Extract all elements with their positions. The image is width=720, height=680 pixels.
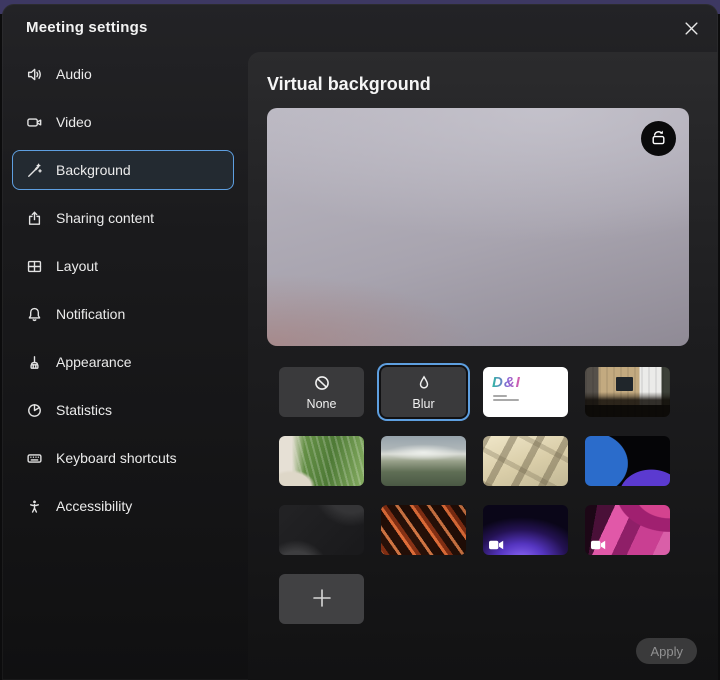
add-background-button[interactable]: [279, 574, 364, 624]
camera-badge-icon: [591, 538, 606, 548]
sidebar-item-notification[interactable]: Notification: [12, 294, 234, 334]
paintbrush-icon: [26, 354, 43, 371]
bell-icon: [26, 306, 43, 323]
bg-option-none[interactable]: None: [279, 367, 364, 417]
sidebar-item-label: Sharing content: [56, 210, 154, 226]
video-camera-icon: [26, 114, 43, 131]
magic-wand-icon: [26, 162, 43, 179]
bg-option-window-light[interactable]: [483, 436, 568, 486]
sidebar-item-label: Statistics: [56, 402, 112, 418]
bg-option-office-room[interactable]: [585, 367, 670, 417]
sidebar-item-label: Audio: [56, 66, 92, 82]
keyboard-icon: [26, 450, 43, 467]
close-button[interactable]: [678, 17, 704, 43]
bg-option-label: Blur: [412, 397, 434, 411]
sidebar-item-label: Video: [56, 114, 92, 130]
sidebar-item-label: Appearance: [56, 354, 132, 370]
layout-grid-icon: [26, 258, 43, 275]
sidebar-item-statistics[interactable]: Statistics: [12, 390, 234, 430]
bg-option-label: None: [307, 397, 337, 411]
sidebar-item-label: Accessibility: [56, 498, 132, 514]
sidebar-item-keyboard-shortcuts[interactable]: Keyboard shortcuts: [12, 438, 234, 478]
speaker-icon: [26, 66, 43, 83]
water-drop-icon: [415, 374, 433, 395]
sidebar-item-layout[interactable]: Layout: [12, 246, 234, 286]
bg-option-blur[interactable]: Blur: [381, 367, 466, 417]
accessibility-icon: [26, 498, 43, 515]
sidebar-item-label: Keyboard shortcuts: [56, 450, 177, 466]
camera-badge-icon: [489, 538, 504, 548]
panel-title: Virtual background: [267, 74, 431, 95]
sidebar-item-video[interactable]: Video: [12, 102, 234, 142]
sidebar-item-appearance[interactable]: Appearance: [12, 342, 234, 382]
sidebar-item-label: Notification: [56, 306, 125, 322]
dandi-caption-line: [493, 395, 507, 397]
background-grid: None Blur D&I: [279, 367, 670, 624]
dandi-caption-line: [493, 399, 519, 401]
close-icon: [684, 21, 699, 39]
office-tv-screen: [616, 377, 634, 391]
sidebar-item-label: Layout: [56, 258, 98, 274]
flip-camera-button[interactable]: [641, 121, 676, 156]
bg-option-lava-texture[interactable]: [381, 505, 466, 555]
bg-option-purple-glow-video[interactable]: [483, 505, 568, 555]
flip-camera-icon: [649, 128, 668, 150]
sidebar-item-accessibility[interactable]: Accessibility: [12, 486, 234, 526]
bg-option-abstract-blue-purple[interactable]: [585, 436, 670, 486]
meeting-settings-dialog: Meeting settings Audio Video Background: [2, 4, 718, 680]
bg-option-living-room[interactable]: [279, 436, 364, 486]
bg-option-blurred-mountains[interactable]: [381, 436, 466, 486]
pie-chart-icon: [26, 402, 43, 419]
dialog-title: Meeting settings: [26, 19, 148, 36]
sidebar: Audio Video Background Sharing content L: [12, 54, 234, 534]
virtual-background-panel: Virtual background None: [248, 52, 718, 680]
apply-button[interactable]: Apply: [636, 638, 697, 664]
bg-option-dark-swirl[interactable]: [279, 505, 364, 555]
camera-preview: [267, 108, 689, 346]
bg-option-pink-waves-video[interactable]: [585, 505, 670, 555]
sidebar-item-sharing-content[interactable]: Sharing content: [12, 198, 234, 238]
sidebar-item-background[interactable]: Background: [12, 150, 234, 190]
sidebar-item-audio[interactable]: Audio: [12, 54, 234, 94]
share-icon: [26, 210, 43, 227]
plus-icon: [311, 587, 333, 612]
prohibition-icon: [313, 374, 331, 395]
bg-option-d-and-i-logo[interactable]: D&I: [483, 367, 568, 417]
sidebar-item-label: Background: [56, 162, 131, 178]
dandi-logo-text: D&I: [492, 374, 521, 391]
